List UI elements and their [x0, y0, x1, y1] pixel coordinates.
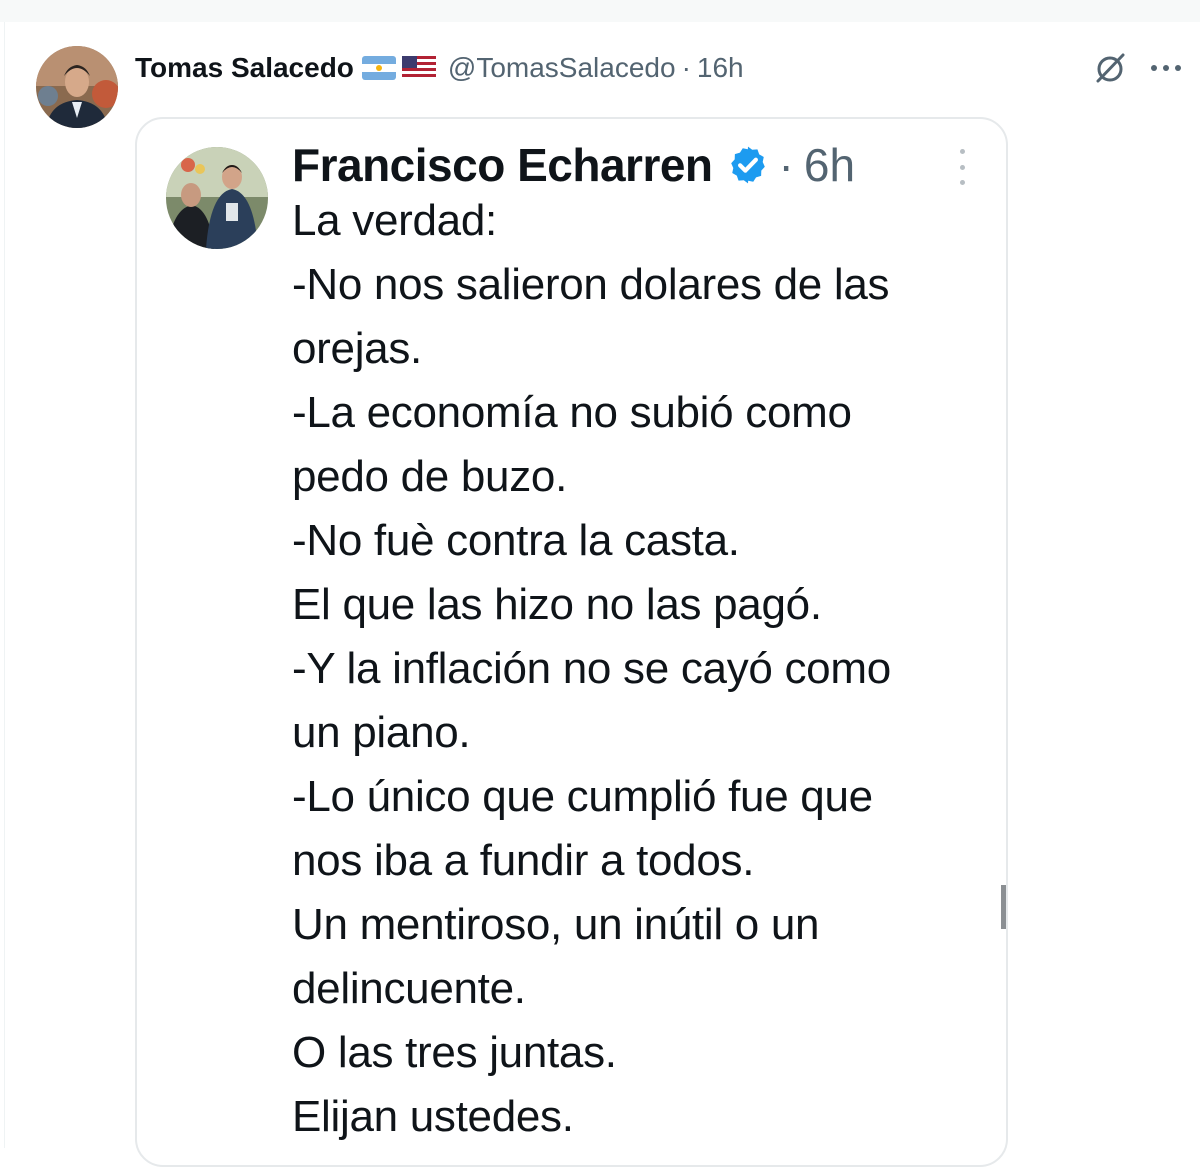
- tweet-header: Tomas Salacedo @TomasSalacedo · 16h: [135, 46, 744, 90]
- quoted-text-line: -Lo único que cumplió fue que: [292, 772, 873, 821]
- tweet-timestamp[interactable]: 16h: [697, 52, 744, 84]
- quoted-text-line: -No nos salieron dolares de las: [292, 260, 890, 309]
- author-avatar[interactable]: [36, 46, 118, 128]
- quoted-timestamp[interactable]: 6h: [804, 138, 855, 192]
- more-icon[interactable]: [1146, 48, 1186, 88]
- quoted-tweet-header: Francisco Echarren · 6h: [292, 135, 855, 195]
- quoted-tweet-text: La verdad: -No nos salieron dolares de l…: [292, 189, 992, 1149]
- quoted-author-avatar[interactable]: [166, 147, 268, 249]
- separator-dot: ·: [681, 52, 691, 83]
- quoted-text-line: -Y la inflación no se cayó como: [292, 644, 891, 693]
- quoted-text-line: Elijan ustedes.: [292, 1092, 574, 1141]
- verified-badge-icon: [727, 144, 769, 186]
- author-name[interactable]: Tomas Salacedo: [135, 52, 354, 84]
- quoted-author-name[interactable]: Francisco Echarren: [292, 138, 713, 192]
- quoted-text-line: El que las hizo no las pagó.: [292, 580, 822, 629]
- quoted-text-line: orejas.: [292, 324, 422, 373]
- quoted-text-line: Un mentiroso, un inútil o un: [292, 900, 820, 949]
- argentina-flag-icon: [361, 56, 396, 80]
- quoted-text-line: un piano.: [292, 708, 471, 757]
- grok-icon[interactable]: [1090, 48, 1130, 88]
- scrollbar-thumb[interactable]: [1001, 885, 1006, 929]
- quoted-text-line: O las tres juntas.: [292, 1028, 617, 1077]
- top-strip: [0, 0, 1200, 22]
- quoted-separator-dot: ·: [778, 139, 794, 191]
- quoted-text-line: La verdad:: [292, 196, 497, 245]
- quoted-text-line: nos iba a fundir a todos.: [292, 836, 755, 885]
- quoted-tweet-card[interactable]: Francisco Echarren · 6h La verdad: -No n…: [135, 117, 1008, 1167]
- quoted-text-line: delincuente.: [292, 964, 526, 1013]
- quoted-text-line: -No fuè contra la casta.: [292, 516, 740, 565]
- quoted-text-line: pedo de buzo.: [292, 452, 568, 501]
- author-handle[interactable]: @TomasSalacedo: [448, 52, 676, 84]
- usa-flag-icon: [401, 56, 436, 80]
- quoted-text-line: -La economía no subió como: [292, 388, 852, 437]
- quoted-more-icon[interactable]: [947, 149, 977, 185]
